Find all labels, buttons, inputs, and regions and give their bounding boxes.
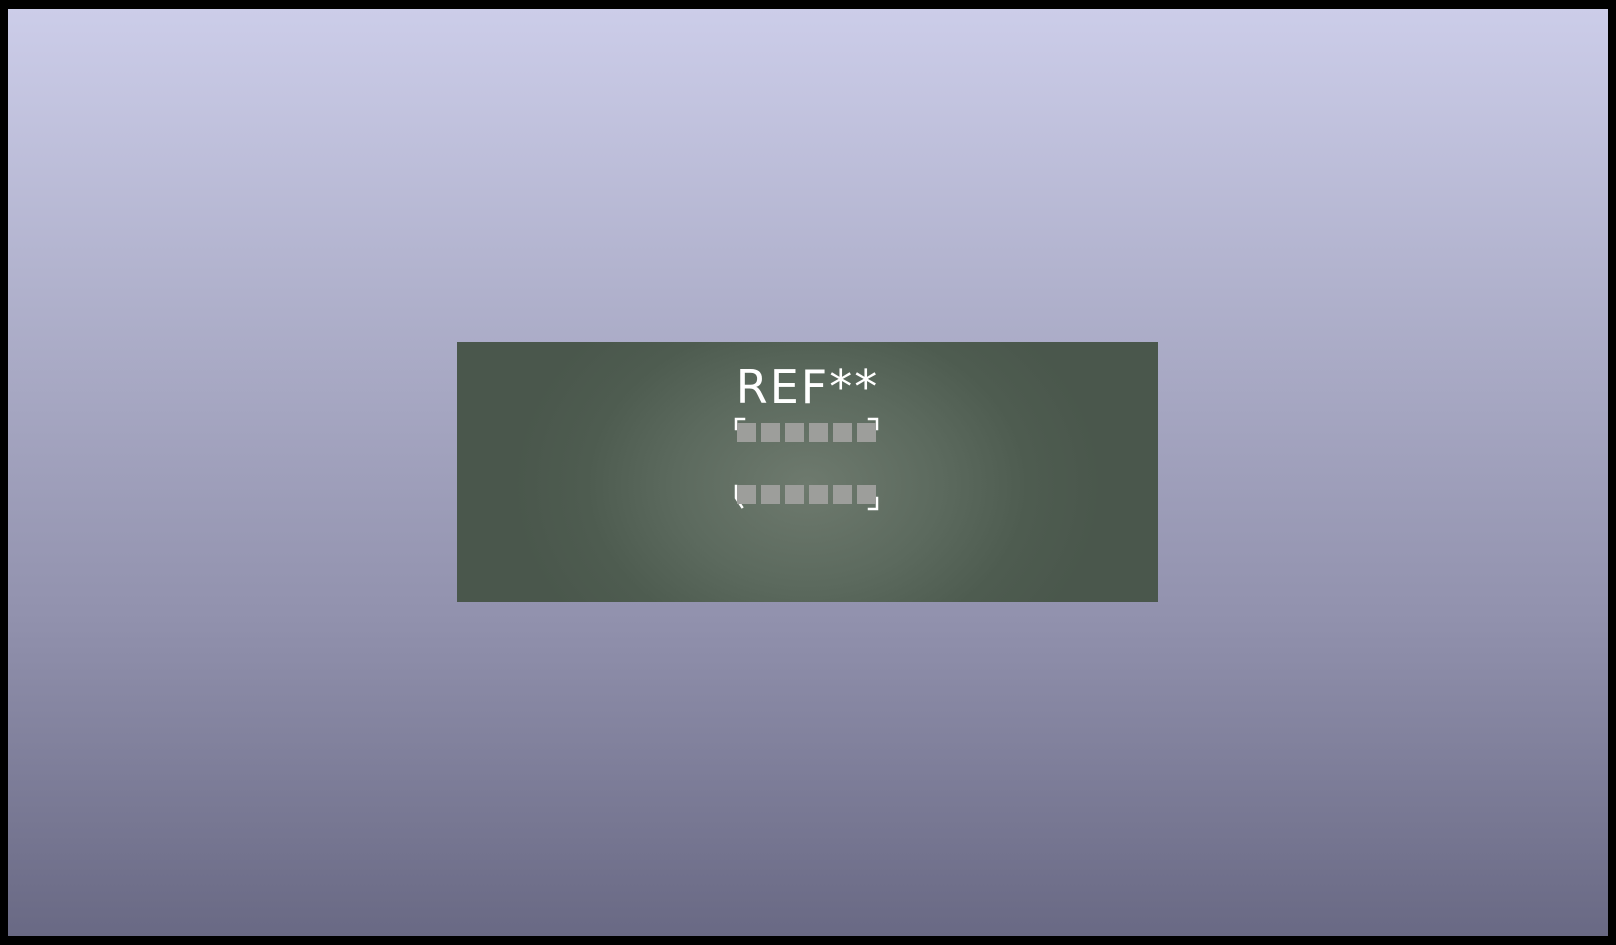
pad — [809, 485, 828, 504]
silkscreen-outline — [734, 417, 879, 511]
pad — [785, 423, 804, 442]
pad-row-top — [737, 423, 876, 442]
pad — [761, 423, 780, 442]
pad — [833, 485, 852, 504]
pad — [737, 423, 756, 442]
pad — [857, 423, 876, 442]
pad — [809, 423, 828, 442]
pad — [857, 485, 876, 504]
pcb-board[interactable]: REF** — [457, 342, 1158, 602]
pad — [737, 485, 756, 504]
pad — [761, 485, 780, 504]
pad — [833, 423, 852, 442]
pad — [785, 485, 804, 504]
3d-viewer-canvas[interactable]: REF** — [8, 9, 1608, 936]
pad-row-bottom — [737, 485, 876, 504]
